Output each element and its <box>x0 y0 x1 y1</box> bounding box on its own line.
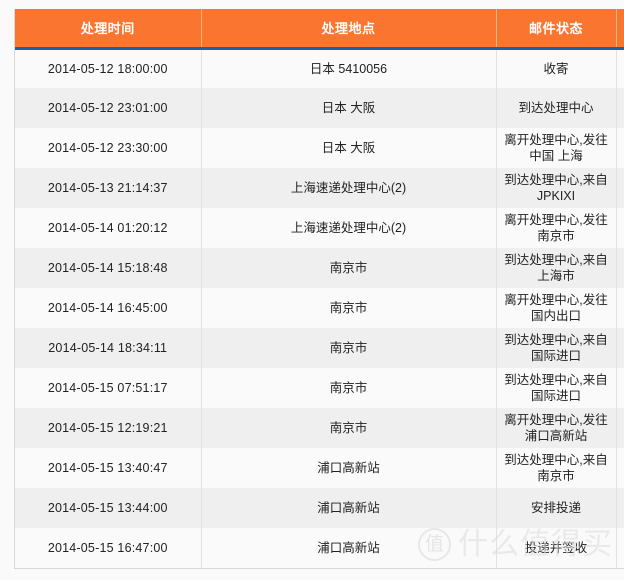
cell-processing-location: 南京市 <box>201 408 497 448</box>
cell-mail-status: 到达处理中心 <box>496 88 617 128</box>
table-row: 2014-05-14 01:20:12 上海速递处理中心(2) 离开处理中心,发… <box>15 208 624 248</box>
column-header-processing-location: 处理地点 <box>201 9 497 50</box>
cell-processing-time: 2014-05-14 15:18:48 <box>15 248 202 288</box>
cell-mail-status: 离开处理中心,发往 中国 上海 <box>496 128 617 168</box>
cell-overflow <box>616 88 624 128</box>
table-row: 2014-05-12 23:01:00 日本 大阪 到达处理中心 <box>15 88 624 128</box>
cell-mail-status: 到达处理中心,来自 国际进口 <box>496 328 617 368</box>
table-row: 2014-05-15 16:47:00 浦口高新站 投递并签收 <box>15 528 624 568</box>
page-background: 处理时间 处理地点 邮件状态 2014-05-12 18:00:00 日本 54… <box>0 0 624 580</box>
cell-overflow <box>616 488 624 528</box>
cell-overflow <box>616 128 624 168</box>
cell-processing-time: 2014-05-14 16:45:00 <box>15 288 202 328</box>
table-row: 2014-05-15 12:19:21 南京市 离开处理中心,发往 浦口高新站 <box>15 408 624 448</box>
cell-processing-location: 南京市 <box>201 328 497 368</box>
cell-processing-time: 2014-05-15 16:47:00 <box>15 528 202 568</box>
cell-mail-status: 离开处理中心,发往 浦口高新站 <box>496 408 617 448</box>
table-body: 2014-05-12 18:00:00 日本 5410056 收寄 2014-0… <box>15 48 624 568</box>
cell-processing-time: 2014-05-12 18:00:00 <box>15 48 202 88</box>
table-row: 2014-05-12 18:00:00 日本 5410056 收寄 <box>15 48 624 88</box>
tracking-table-container: 处理时间 处理地点 邮件状态 2014-05-12 18:00:00 日本 54… <box>14 9 624 569</box>
cell-mail-status: 离开处理中心,发往 国内出口 <box>496 288 617 328</box>
cell-processing-location: 南京市 <box>201 368 497 408</box>
cell-mail-status: 收寄 <box>496 48 617 88</box>
table-row: 2014-05-15 13:40:47 浦口高新站 到达处理中心,来自 南京市 <box>15 448 624 488</box>
cell-processing-location: 浦口高新站 <box>201 488 497 528</box>
cell-overflow <box>616 408 624 448</box>
cell-overflow <box>616 448 624 488</box>
cell-processing-time: 2014-05-15 13:40:47 <box>15 448 202 488</box>
cell-mail-status: 安排投递 <box>496 488 617 528</box>
cell-processing-time: 2014-05-12 23:01:00 <box>15 88 202 128</box>
cell-mail-status: 到达处理中心,来自 上海市 <box>496 248 617 288</box>
column-header-overflow <box>616 9 624 50</box>
cell-mail-status: 投递并签收 <box>496 528 617 568</box>
cell-overflow <box>616 208 624 248</box>
cell-overflow <box>616 328 624 368</box>
table-row: 2014-05-14 18:34:11 南京市 到达处理中心,来自 国际进口 <box>15 328 624 368</box>
table-header: 处理时间 处理地点 邮件状态 <box>15 9 624 50</box>
cell-overflow <box>616 288 624 328</box>
cell-mail-status: 到达处理中心,来自 国际进口 <box>496 368 617 408</box>
cell-mail-status: 到达处理中心,来自 南京市 <box>496 448 617 488</box>
cell-overflow <box>616 368 624 408</box>
cell-processing-location: 南京市 <box>201 248 497 288</box>
cell-overflow <box>616 248 624 288</box>
cell-processing-time: 2014-05-14 18:34:11 <box>15 328 202 368</box>
column-header-processing-time: 处理时间 <box>15 9 202 50</box>
cell-processing-location: 日本 大阪 <box>201 88 497 128</box>
cell-mail-status: 到达处理中心,来自 JPKIXI <box>496 168 617 208</box>
cell-processing-time: 2014-05-14 01:20:12 <box>15 208 202 248</box>
table-row: 2014-05-13 21:14:37 上海速递处理中心(2) 到达处理中心,来… <box>15 168 624 208</box>
cell-processing-location: 日本 大阪 <box>201 128 497 168</box>
cell-processing-time: 2014-05-15 07:51:17 <box>15 368 202 408</box>
cell-overflow <box>616 528 624 568</box>
tracking-table: 处理时间 处理地点 邮件状态 2014-05-12 18:00:00 日本 54… <box>15 9 624 568</box>
cell-processing-time: 2014-05-12 23:30:00 <box>15 128 202 168</box>
table-header-row: 处理时间 处理地点 邮件状态 <box>15 9 624 50</box>
cell-processing-location: 浦口高新站 <box>201 528 497 568</box>
cell-mail-status: 离开处理中心,发往 南京市 <box>496 208 617 248</box>
cell-processing-location: 上海速递处理中心(2) <box>201 208 497 248</box>
cell-overflow <box>616 48 624 88</box>
table-row: 2014-05-12 23:30:00 日本 大阪 离开处理中心,发往 中国 上… <box>15 128 624 168</box>
table-row: 2014-05-15 13:44:00 浦口高新站 安排投递 <box>15 488 624 528</box>
table-row: 2014-05-14 16:45:00 南京市 离开处理中心,发往 国内出口 <box>15 288 624 328</box>
cell-overflow <box>616 168 624 208</box>
cell-processing-location: 日本 5410056 <box>201 48 497 88</box>
cell-processing-time: 2014-05-15 12:19:21 <box>15 408 202 448</box>
cell-processing-location: 浦口高新站 <box>201 448 497 488</box>
cell-processing-time: 2014-05-15 13:44:00 <box>15 488 202 528</box>
table-row: 2014-05-14 15:18:48 南京市 到达处理中心,来自 上海市 <box>15 248 624 288</box>
cell-processing-time: 2014-05-13 21:14:37 <box>15 168 202 208</box>
column-header-mail-status: 邮件状态 <box>496 9 617 50</box>
cell-processing-location: 上海速递处理中心(2) <box>201 168 497 208</box>
cell-processing-location: 南京市 <box>201 288 497 328</box>
table-row: 2014-05-15 07:51:17 南京市 到达处理中心,来自 国际进口 <box>15 368 624 408</box>
